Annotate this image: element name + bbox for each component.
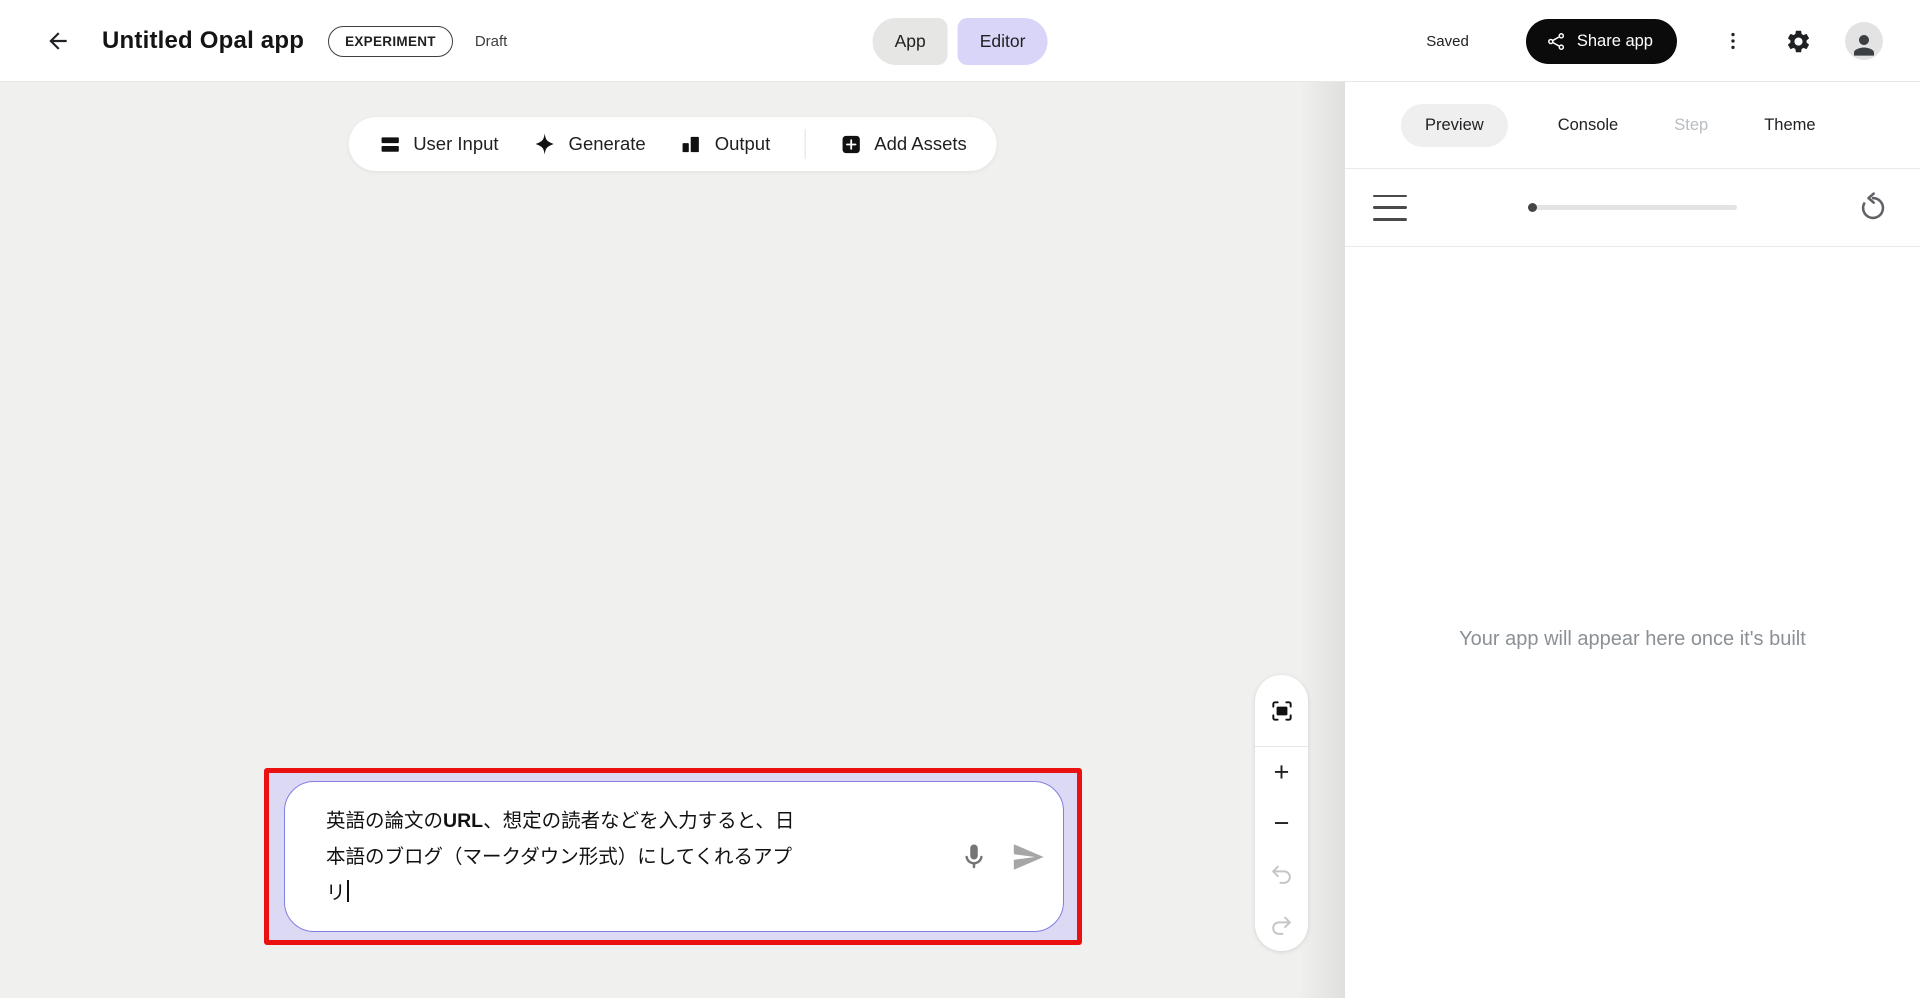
editor-canvas[interactable]: User Input Generate Output Add Assets (0, 82, 1345, 998)
node-toolbar: User Input Generate Output Add Assets (348, 117, 997, 171)
kebab-menu-icon (1722, 28, 1744, 54)
tab-console[interactable]: Console (1552, 104, 1625, 147)
prompt-highlight-box: 英語の論文のURL、想定の読者などを入力すると、日 本語のブログ（マークダウン形… (264, 768, 1082, 945)
toolbar-output-button[interactable]: Output (680, 133, 771, 156)
share-app-button[interactable]: Share app (1526, 19, 1677, 64)
share-icon (1546, 31, 1567, 52)
preview-empty-message: Your app will appear here once it's buil… (1345, 628, 1920, 651)
fit-to-screen-icon (1269, 698, 1295, 724)
menu-button[interactable] (1373, 195, 1407, 221)
progress-slider[interactable] (1528, 201, 1737, 215)
reset-icon (1856, 191, 1890, 225)
toolbar-item-label: Add Assets (874, 133, 967, 155)
settings-button[interactable] (1783, 26, 1813, 56)
toolbar-item-label: Generate (569, 133, 646, 155)
prompt-input-box[interactable]: 英語の論文のURL、想定の読者などを入力すると、日 本語のブログ（マークダウン形… (284, 781, 1064, 932)
view-toggle: App Editor (873, 18, 1048, 65)
slider-track (1528, 205, 1737, 210)
prompt-line3: リ (326, 882, 346, 904)
top-bar: Untitled Opal app EXPERIMENT Draft App E… (0, 0, 1920, 82)
send-icon (1011, 840, 1045, 874)
prompt-text-input[interactable]: 英語の論文のURL、想定の読者などを入力すると、日 本語のブログ（マークダウン形… (326, 803, 951, 911)
tab-preview[interactable]: Preview (1401, 104, 1508, 147)
redo-icon (1269, 913, 1294, 938)
fit-to-screen-button[interactable] (1255, 675, 1308, 746)
page-title: Untitled Opal app (102, 27, 304, 55)
sparkle-icon (533, 132, 557, 156)
toolbar-item-label: User Input (413, 133, 498, 155)
toolbar-divider (804, 129, 805, 159)
more-options-button[interactable] (1721, 27, 1745, 55)
menu-icon (1373, 195, 1407, 198)
prompt-line1-bold: URL (443, 810, 483, 832)
mic-icon (959, 842, 989, 872)
reset-preview-button[interactable] (1854, 189, 1892, 227)
toolbar-item-label: Output (715, 133, 771, 155)
avatar-person-icon (1849, 30, 1879, 60)
panel-tabs: Preview Console Step Theme (1345, 82, 1920, 168)
input-rows-icon (378, 133, 401, 156)
tab-theme[interactable]: Theme (1758, 104, 1821, 147)
text-cursor (347, 880, 349, 902)
toolbar-generate-button[interactable]: Generate (533, 132, 646, 156)
top-bar-right: Saved Share app (1426, 0, 1883, 82)
tab-step: Step (1668, 104, 1714, 147)
draft-status: Draft (475, 33, 508, 50)
bar-chart-icon (680, 133, 703, 156)
canvas-zoom-toolbar: + − (1255, 675, 1308, 951)
preview-panel: Preview Console Step Theme Your app will… (1345, 82, 1920, 998)
back-button[interactable] (38, 21, 78, 61)
prompt-line2: 本語のブログ（マークダウン形式）にしてくれるアプ (326, 846, 792, 868)
toolbar-user-input-button[interactable]: User Input (378, 133, 498, 156)
toolbar-add-assets-button[interactable]: Add Assets (839, 133, 967, 156)
saved-status: Saved (1426, 33, 1469, 50)
gear-icon (1785, 28, 1812, 55)
undo-icon (1269, 862, 1294, 887)
add-box-icon (839, 133, 862, 156)
redo-button[interactable] (1255, 900, 1308, 951)
prompt-actions (959, 840, 1045, 874)
editor-toggle-button[interactable]: Editor (958, 18, 1048, 65)
top-bar-left: Untitled Opal app EXPERIMENT Draft (38, 0, 507, 82)
prompt-line1: 英語の論文の (326, 810, 443, 832)
undo-button[interactable] (1255, 849, 1308, 900)
account-avatar[interactable] (1845, 22, 1883, 60)
back-arrow-icon (45, 28, 71, 54)
share-button-label: Share app (1577, 32, 1653, 51)
experiment-badge: EXPERIMENT (328, 26, 453, 57)
preview-controls-row (1345, 168, 1920, 247)
mic-button[interactable] (959, 842, 989, 872)
send-button[interactable] (1011, 840, 1045, 874)
app-toggle-button[interactable]: App (873, 18, 948, 65)
prompt-line1-rest: 、想定の読者などを入力すると、日 (483, 810, 794, 832)
slider-thumb[interactable] (1528, 203, 1537, 212)
zoom-out-button[interactable]: − (1255, 798, 1308, 849)
zoom-in-button[interactable]: + (1255, 747, 1308, 798)
